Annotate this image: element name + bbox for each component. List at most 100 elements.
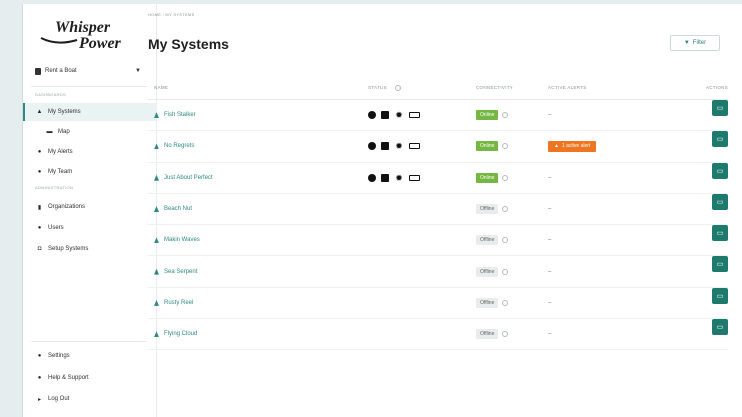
- sidebar-item-settings[interactable]: ● Settings: [23, 347, 157, 365]
- view-system-button[interactable]: ▭: [712, 131, 728, 148]
- system-name-link[interactable]: No Regrets: [164, 143, 194, 149]
- cell-status: [362, 288, 470, 318]
- table-row[interactable]: Beach Nut Offline – ▭: [148, 193, 728, 226]
- boat-icon: [154, 143, 159, 150]
- cell-connectivity: Online: [470, 163, 542, 193]
- boat-icon: [154, 237, 159, 244]
- active-alert-badge[interactable]: ▲ 1 active alert: [548, 140, 597, 152]
- view-system-button[interactable]: ▭: [712, 193, 728, 210]
- column-header-connectivity: CONNECTIVITY: [476, 85, 514, 90]
- breadcrumb: HOME / MY SYSTEMS: [148, 12, 195, 17]
- sidebar-item-label: Users: [48, 225, 64, 231]
- cell-name[interactable]: No Regrets: [148, 131, 362, 161]
- system-name-link[interactable]: Rusty Reel: [164, 300, 193, 306]
- info-icon[interactable]: [502, 112, 509, 119]
- cell-name[interactable]: Fish Stalker: [148, 100, 362, 130]
- boat-icon: [154, 112, 159, 119]
- table-row[interactable]: Just About Perfect ✹ Online – ▭: [148, 162, 728, 194]
- column-header-status: STATUS: [362, 76, 470, 99]
- cell-name[interactable]: Beach Nut: [148, 194, 362, 224]
- sidebar-item-help[interactable]: ● Help & Support: [23, 369, 157, 387]
- view-system-button[interactable]: ▭: [712, 100, 728, 116]
- table-body: Fish Stalker ✹ Online – ▭ No Regrets ✹ Online ▲ 1…: [148, 100, 728, 351]
- table-row[interactable]: Rusty Reel Offline – ▭: [148, 287, 728, 320]
- sidebar-item-my-team[interactable]: ● My Team: [23, 163, 157, 181]
- section-label-administration: ADMINISTRATION: [35, 185, 74, 190]
- system-name-link[interactable]: Just About Perfect: [164, 175, 213, 181]
- connectivity-badge: Offline: [476, 204, 499, 215]
- cell-active-alerts: –: [542, 100, 688, 130]
- system-name-link[interactable]: Flying Cloud: [164, 331, 197, 337]
- sidebar-item-label: My Systems: [48, 109, 81, 115]
- chevron-down-icon: ▼: [135, 68, 141, 74]
- cell-active-alerts: –: [542, 163, 688, 193]
- column-header-name[interactable]: NAME: [148, 76, 362, 99]
- cell-status: ✹: [362, 131, 470, 161]
- info-icon[interactable]: [502, 268, 509, 275]
- sidebar-item-users[interactable]: ● Users: [23, 219, 157, 237]
- battery-status-icon: [409, 112, 420, 119]
- sidebar-item-my-systems[interactable]: ▲ My Systems: [23, 103, 157, 121]
- divider: [31, 341, 147, 342]
- view-system-button[interactable]: ▭: [712, 319, 728, 336]
- system-name-link[interactable]: Makin Waves: [164, 237, 200, 243]
- cell-name[interactable]: Sea Serpent: [148, 256, 362, 286]
- table-row[interactable]: Sea Serpent Offline – ▭: [148, 256, 728, 288]
- info-icon[interactable]: [502, 143, 509, 150]
- system-name-link[interactable]: Beach Nut: [164, 206, 192, 212]
- table-row[interactable]: Flying Cloud Offline – ▭: [148, 319, 728, 351]
- connectivity-badge: Offline: [476, 266, 499, 277]
- cell-actions: ▭: [688, 162, 728, 193]
- building-icon: ▮: [37, 204, 42, 211]
- sidebar-item-organizations[interactable]: ▮ Organizations: [23, 198, 157, 216]
- info-icon[interactable]: [502, 206, 509, 213]
- view-system-button[interactable]: ▭: [712, 162, 728, 179]
- cell-name[interactable]: Just About Perfect: [148, 163, 362, 193]
- info-icon[interactable]: [502, 299, 509, 306]
- view-system-button[interactable]: ▭: [712, 256, 728, 273]
- cell-active-alerts: –: [542, 194, 688, 224]
- sidebar-item-logout[interactable]: ▸ Log Out: [23, 390, 157, 408]
- cell-connectivity: Online: [470, 100, 542, 130]
- cell-actions: ▭: [688, 131, 728, 161]
- boat-selector[interactable]: Rent a Boat ▼: [35, 64, 141, 78]
- monitor-icon: ▭: [716, 105, 724, 112]
- view-system-button[interactable]: ▭: [712, 225, 728, 242]
- info-icon[interactable]: [502, 331, 509, 338]
- cell-name[interactable]: Flying Cloud: [148, 319, 362, 349]
- solar-status-icon: ✹: [395, 110, 403, 121]
- engine-status-icon: [368, 142, 376, 151]
- sidebar-item-my-alerts[interactable]: ● My Alerts: [23, 143, 157, 161]
- table-row[interactable]: No Regrets ✹ Online ▲ 1 active alert ▭: [148, 131, 728, 163]
- cell-status: [362, 256, 470, 286]
- monitor-icon: ▭: [716, 324, 724, 332]
- sidebar-item-setup-systems[interactable]: ◘ Setup Systems: [23, 240, 157, 258]
- system-name-link[interactable]: Fish Stalker: [164, 112, 196, 118]
- info-icon[interactable]: [502, 174, 509, 181]
- system-name-link[interactable]: Sea Serpent: [164, 269, 197, 275]
- generator-status-icon: [381, 111, 389, 120]
- bell-icon: ●: [37, 149, 42, 155]
- monitor-icon: ▭: [716, 261, 724, 269]
- filter-button[interactable]: ▼ Filter: [670, 35, 720, 51]
- info-icon[interactable]: [394, 84, 401, 91]
- no-alert-dash: –: [548, 206, 552, 213]
- connectivity-badge: Offline: [476, 235, 499, 246]
- table-row[interactable]: Makin Waves Offline – ▭: [148, 225, 728, 257]
- cell-active-alerts: –: [542, 256, 688, 286]
- cell-status: [362, 319, 470, 349]
- sidebar-item-label: My Team: [48, 169, 73, 175]
- team-icon: ●: [37, 169, 42, 175]
- cell-connectivity: Offline: [470, 225, 542, 255]
- sidebar-item-label: My Alerts: [48, 149, 73, 155]
- sidebar-item-label: Help & Support: [48, 375, 89, 381]
- sidebar-item-map[interactable]: ▬ Map: [23, 123, 157, 141]
- cell-name[interactable]: Makin Waves: [148, 225, 362, 255]
- logo-line1: Whisper: [55, 19, 111, 36]
- info-icon[interactable]: [502, 237, 509, 244]
- column-header-active-alerts: ACTIVE ALERTS: [548, 85, 587, 90]
- table-row[interactable]: Fish Stalker ✹ Online – ▭: [148, 100, 728, 132]
- cell-name[interactable]: Rusty Reel: [148, 288, 362, 318]
- cell-actions: ▭: [688, 256, 728, 286]
- view-system-button[interactable]: ▭: [712, 287, 728, 304]
